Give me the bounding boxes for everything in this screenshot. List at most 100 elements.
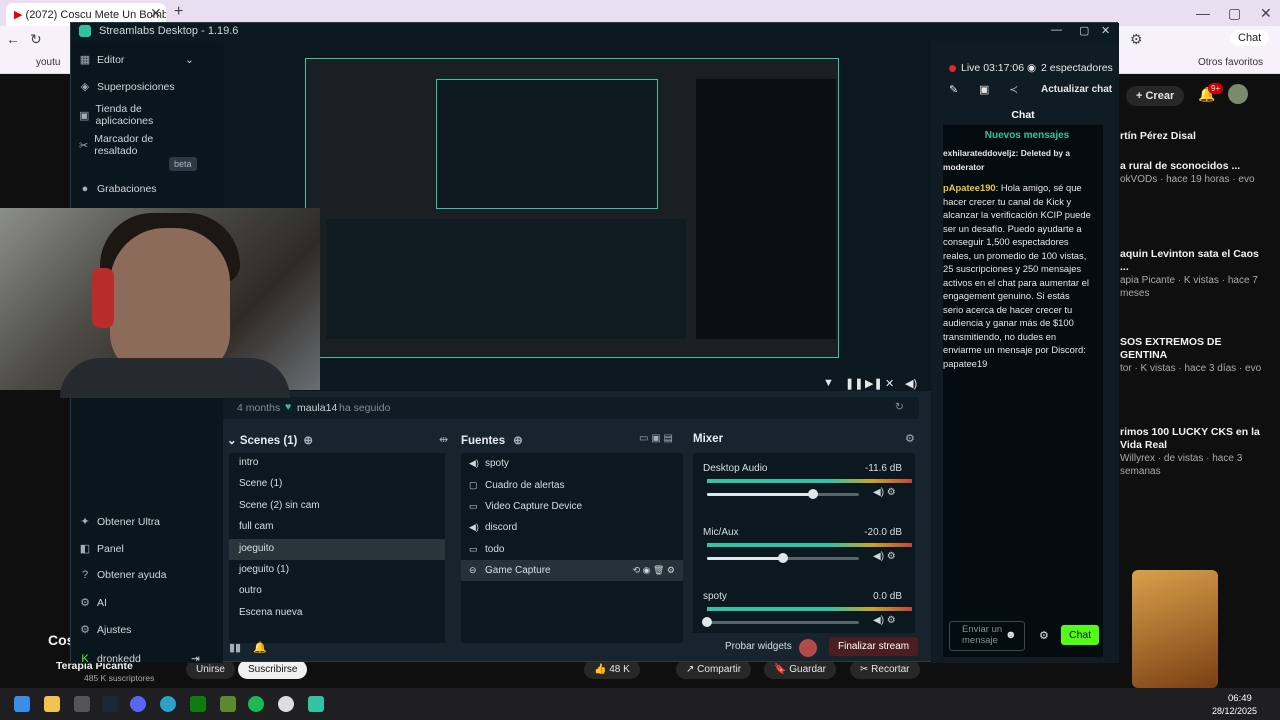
- recommendation-item[interactable]: aquin Levinton sata el Caos ... apia Pica…: [1120, 248, 1270, 300]
- avatar[interactable]: [1228, 84, 1248, 104]
- extensions-icon[interactable]: ⚙: [1130, 31, 1143, 48]
- channel-controls-icons[interactable]: ◀) ⚙: [873, 487, 896, 498]
- volume-knob[interactable]: [702, 617, 712, 627]
- sidebar-item-help[interactable]: ? Obtener ayuda: [79, 569, 167, 581]
- scene-item[interactable]: outro: [229, 581, 445, 602]
- record-icon[interactable]: [799, 639, 817, 657]
- volume-slider[interactable]: [707, 553, 859, 563]
- send-chat-button[interactable]: Chat: [1061, 625, 1100, 645]
- source-tools-icon[interactable]: ▭ ▣ ▤: [639, 433, 673, 444]
- notifications-bell-icon[interactable]: 🔔: [253, 641, 267, 654]
- steam-icon[interactable]: [102, 696, 118, 712]
- skip-icon[interactable]: ▶❚: [865, 377, 883, 390]
- source-item[interactable]: ⊖ Game Capture ⟲ ◉ 🗑 ⚙: [461, 559, 683, 582]
- share-button[interactable]: ↗ Compartir: [676, 660, 752, 679]
- add-source-icon[interactable]: ⊕: [513, 435, 523, 447]
- channel-controls-icons[interactable]: ◀) ⚙: [873, 615, 896, 626]
- obs-icon[interactable]: [278, 696, 294, 712]
- close-tab-icon[interactable]: ✕: [150, 5, 162, 22]
- refresh-chat-button[interactable]: Actualizar chat: [1041, 84, 1112, 95]
- app-maximize-icon[interactable]: ▢: [1079, 24, 1089, 37]
- add-scene-icon[interactable]: ⊕: [303, 435, 313, 447]
- chat-settings-icon[interactable]: ⚙: [1039, 629, 1049, 642]
- end-stream-button[interactable]: Finalizar stream: [829, 637, 919, 656]
- popout-icon[interactable]: ▣: [979, 83, 989, 96]
- sidebar-item-ai[interactable]: ⚙ AI: [79, 596, 107, 610]
- streamlabs-taskbar-icon[interactable]: [308, 696, 324, 712]
- reload-icon[interactable]: ↻: [30, 31, 42, 48]
- mixer-settings-icon[interactable]: ⚙: [905, 432, 915, 445]
- scene-item[interactable]: full cam: [229, 517, 445, 538]
- sidebar-item-ultra[interactable]: ✦ Obtener Ultra: [79, 515, 160, 529]
- stream-preview[interactable]: [305, 58, 839, 358]
- scene-item[interactable]: joeguito: [229, 538, 445, 560]
- volume-knob[interactable]: [808, 489, 819, 499]
- scene-item[interactable]: Scene (1): [229, 474, 445, 495]
- minecraft-icon[interactable]: [220, 696, 236, 712]
- sidebar-item-editor[interactable]: ▦ Editor ⌄: [79, 53, 194, 67]
- subscribe-button[interactable]: Suscribirse: [238, 660, 308, 679]
- source-item[interactable]: ◀) discord: [461, 517, 683, 538]
- volume-icon[interactable]: ◀): [905, 377, 917, 390]
- pause-icon[interactable]: ❚❚: [845, 377, 863, 390]
- volume-knob[interactable]: [778, 553, 788, 563]
- emoji-icon[interactable]: ☻: [1005, 629, 1017, 641]
- stats-icon[interactable]: ▮▮: [229, 641, 241, 654]
- clip-button[interactable]: ✂ Recortar: [850, 660, 920, 679]
- channel-controls-icons[interactable]: ◀) ⚙: [873, 551, 896, 562]
- spotify-icon[interactable]: [248, 696, 264, 712]
- logout-icon[interactable]: ⇥: [191, 653, 200, 665]
- back-icon[interactable]: ←: [6, 31, 20, 47]
- file-explorer-icon[interactable]: [44, 696, 60, 712]
- maximize-icon[interactable]: ▢: [1228, 5, 1241, 22]
- discord-icon[interactable]: [130, 696, 146, 712]
- source-actions-icons[interactable]: ⟲ ◉ 🗑 ⚙: [633, 565, 675, 576]
- sidebar-user[interactable]: Kdronkedd ⇥: [79, 653, 199, 665]
- source-item[interactable]: ▭ todo: [461, 539, 683, 560]
- refresh-icon[interactable]: ↻: [895, 401, 904, 413]
- close-window-icon[interactable]: ✕: [1260, 5, 1272, 22]
- scene-item[interactable]: intro: [229, 453, 445, 474]
- source-item[interactable]: ▭ Video Capture Device: [461, 496, 683, 517]
- epic-games-icon[interactable]: [74, 696, 90, 712]
- app-close-icon[interactable]: ✕: [1101, 24, 1110, 37]
- scene-transitions-icon[interactable]: ⇹: [439, 433, 448, 446]
- sidebar-item-appstore[interactable]: ▣ Tienda de aplicaciones: [79, 103, 189, 127]
- filter-icon[interactable]: ▼: [823, 377, 834, 389]
- scene-item[interactable]: Escena nueva: [229, 603, 445, 624]
- recommendation-item[interactable]: rimos 100 LUCKY CKS en la Vida Real Willy…: [1120, 426, 1270, 478]
- share-icon[interactable]: ≺: [1009, 83, 1018, 96]
- minimize-icon[interactable]: —: [1196, 5, 1210, 21]
- thumbnail[interactable]: [1132, 570, 1218, 688]
- scene-item[interactable]: Scene (2) sin cam: [229, 496, 445, 517]
- source-item[interactable]: ◀) spoty: [461, 453, 683, 474]
- sidebar-item-recordings[interactable]: ● Grabaciones: [79, 183, 157, 195]
- edge-icon[interactable]: [160, 696, 176, 712]
- recommendation-item[interactable]: SOS EXTREMOS DE GENTINA tor · K vistas · …: [1120, 336, 1270, 375]
- volume-slider[interactable]: [702, 617, 859, 627]
- edit-icon[interactable]: ✎: [949, 83, 958, 96]
- sidebar-item-settings[interactable]: ⚙ Ajustes: [79, 623, 131, 637]
- sidebar-item-panel[interactable]: ◧ Panel: [79, 542, 124, 556]
- create-button[interactable]: + Crear: [1126, 86, 1185, 106]
- sidebar-item-overlays[interactable]: ◈ Superposiciones: [79, 80, 175, 94]
- test-widgets-button[interactable]: Probar widgets: [725, 641, 792, 652]
- bookmark-item[interactable]: youtu: [36, 57, 60, 68]
- source-item[interactable]: ▢ Cuadro de alertas: [461, 474, 683, 495]
- recommendation-item[interactable]: a rural de sconocidos ... okVODs · hace 1…: [1120, 160, 1270, 186]
- xbox-icon[interactable]: [190, 696, 206, 712]
- sidebar-item-highlighter[interactable]: ✂ Marcador de resaltado: [79, 133, 169, 157]
- chat-username[interactable]: pApatee190: [943, 182, 996, 193]
- scene-item[interactable]: joeguito (1): [229, 560, 445, 581]
- new-tab-icon[interactable]: +: [174, 3, 183, 21]
- chat-username[interactable]: exhilarateddoveljz: [943, 148, 1016, 158]
- like-button[interactable]: 👍 48 K: [584, 660, 640, 679]
- chat-button[interactable]: Chat: [1230, 30, 1270, 46]
- mute-icon[interactable]: ✕: [885, 377, 894, 390]
- recommendation-item[interactable]: rtín Pérez Disal: [1120, 130, 1270, 143]
- save-button[interactable]: 🔖 Guardar: [764, 660, 836, 679]
- other-bookmarks[interactable]: Otros favoritos: [1198, 57, 1263, 68]
- volume-slider[interactable]: [707, 489, 859, 499]
- app-minimize-icon[interactable]: —: [1051, 24, 1062, 36]
- start-icon[interactable]: [14, 696, 30, 712]
